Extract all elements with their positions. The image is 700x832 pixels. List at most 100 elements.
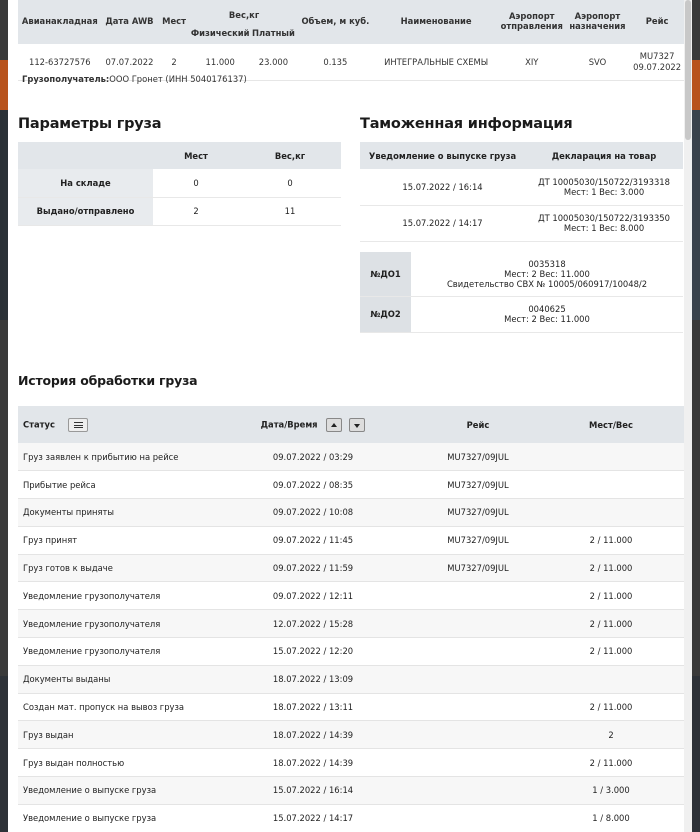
sort-descending-icon[interactable] — [349, 417, 366, 432]
params-table: Мест Вес,кг На складе 0 0 Выдано/отправл… — [18, 142, 341, 226]
history-places-weight: 2 — [608, 729, 614, 740]
history-status: Уведомление о выпуске груза — [23, 813, 157, 824]
awb-flight: MU7327 09.07.2022 — [630, 44, 684, 81]
awb-volume: 0.135 — [323, 56, 348, 67]
history-datetime: 09.07.2022 / 11:59 — [272, 563, 354, 574]
col-volume: Объем, м куб. — [301, 16, 370, 26]
history-status: Создан мат. пропуск на вывоз груза — [23, 702, 185, 713]
col-arr-airport-line2: назначения — [569, 20, 626, 31]
history-places-weight: 1 / 8.000 — [592, 813, 630, 824]
storage-doc-label: №ДО2 — [360, 296, 411, 332]
history-row: Уведомление грузополучателя 12.07.2022 / … — [18, 609, 684, 638]
history-flight — [418, 777, 538, 805]
history-status: Груз готов к выдаче — [23, 563, 113, 574]
consignee-value: ООО Гронет (ИНН 5040176137) — [109, 74, 247, 84]
history-row: Уведомление о выпуске груза 15.07.2022 / … — [18, 804, 684, 832]
awb-dep-airport: XIY — [525, 56, 539, 67]
params-col-weight: Вес,кг — [274, 150, 306, 161]
history-col-datetime-label: Дата/Время — [260, 419, 318, 429]
storage-doc-label: №ДО1 — [360, 252, 411, 296]
history-places-weight: 1 / 3.000 — [592, 785, 630, 796]
customs-notice-datetime: 15.07.2022 / 14:17 — [402, 217, 483, 228]
history-status: Уведомление грузополучателя — [23, 646, 161, 657]
sort-ascending-icon[interactable] — [326, 417, 343, 432]
history-datetime: 09.07.2022 / 10:08 — [272, 507, 354, 518]
customs-declaration: ДТ 10005030/150722/3193350 Мест: 1 Вес: … — [525, 205, 683, 241]
history-status: Документы приняты — [23, 507, 115, 518]
history-places-weight: 2 / 11.000 — [589, 646, 633, 657]
col-arr-airport: Аэропорт назначения — [565, 0, 631, 44]
customs-declaration-number: ДТ 10005030/150722/3193350 — [538, 212, 670, 223]
col-name: Наименование — [400, 16, 472, 26]
storage-doc-number: 0040625 — [528, 303, 566, 314]
params-places: 0 — [193, 177, 199, 188]
history-row: Груз выдан полностью 18.07.2022 / 14:39 2 … — [18, 749, 684, 777]
params-col-empty — [18, 142, 153, 169]
history-status: Прибытие рейса — [23, 479, 96, 490]
awb-flight-date: 09.07.2022 — [633, 61, 682, 72]
params-weight: 11 — [284, 206, 296, 216]
consignee-label: Грузополучатель: — [22, 74, 110, 84]
history-datetime: 09.07.2022 / 08:35 — [272, 479, 354, 490]
history-datetime: 12.07.2022 / 15:28 — [272, 618, 354, 629]
history-flight: MU7327/09JUL — [447, 563, 509, 574]
modal-scrollbar[interactable] — [684, 0, 692, 832]
storage-documents-table: №ДО1 0035318 Мест: 2 Вес: 11.000 Свидете… — [360, 252, 683, 333]
history-col-status: Статус — [18, 406, 208, 443]
history-col-datetime: Дата/Время — [208, 406, 418, 443]
history-flight — [418, 610, 538, 638]
history-status: Уведомление грузополучателя — [23, 618, 161, 629]
col-dep-airport: Аэропорт отправления — [499, 0, 565, 44]
history-row: Уведомление о выпуске груза 15.07.2022 / … — [18, 776, 684, 805]
storage-doc-row: №ДО2 0040625 Мест: 2 Вес: 11.000 — [360, 296, 683, 332]
awb-weight-paid: 23.000 — [258, 56, 289, 67]
history-datetime: 18.07.2022 / 13:09 — [272, 674, 354, 685]
customs-table: Уведомление о выпуске груза Декларация н… — [360, 142, 683, 242]
history-col-status-label: Статус — [23, 419, 55, 429]
params-weight: 0 — [287, 177, 293, 188]
consignee-line: Грузополучатель:ООО Гронет (ИНН 50401761… — [22, 74, 247, 84]
col-dep-airport-line2: отправления — [500, 20, 563, 31]
params-col-places: Мест — [184, 150, 208, 161]
customs-col-declaration: Декларация на товар — [551, 150, 657, 161]
history-places-weight: 2 / 11.000 — [589, 618, 633, 629]
scrollbar-thumb[interactable] — [685, 0, 691, 140]
history-row: Груз готов к выдаче 09.07.2022 / 11:59 MU7… — [18, 554, 684, 582]
storage-doc-qty: Мест: 2 Вес: 11.000 — [504, 268, 590, 279]
history-flight — [418, 804, 538, 832]
awb-goods-name: ИНТЕГРАЛЬНЫЕ СХЕМЫ — [384, 56, 489, 67]
storage-doc-qty: Мест: 2 Вес: 11.000 — [504, 314, 590, 324]
history-places-weight — [538, 499, 684, 527]
history-datetime: 15.07.2022 / 14:17 — [272, 813, 354, 824]
history-status: Уведомление о выпуске груза — [23, 785, 157, 796]
storage-doc-number: 0035318 — [528, 258, 566, 269]
history-row: Уведомление грузополучателя 09.07.2022 / … — [18, 582, 684, 610]
filter-list-icon[interactable] — [67, 417, 88, 432]
history-datetime: 18.07.2022 / 13:11 — [272, 702, 354, 713]
col-dep-airport-line1: Аэропорт — [508, 11, 555, 22]
customs-declaration-qty: Мест: 1 Вес: 3.000 — [563, 186, 645, 197]
history-places-weight: 2 / 11.000 — [589, 535, 633, 546]
col-weight-physical: Физический — [190, 28, 250, 38]
history-flight: MU7327/09JUL — [447, 535, 509, 546]
history-places-weight: 2 / 11.000 — [589, 563, 633, 574]
history-row: Груз заявлен к прибытию на рейсе 09.07.20… — [18, 443, 684, 471]
col-arr-airport-line1: Аэропорт — [574, 11, 621, 22]
history-places-weight: 2 / 11.000 — [589, 590, 633, 601]
history-flight: MU7327/09JUL — [447, 507, 509, 518]
storage-doc-details: 0040625 Мест: 2 Вес: 11.000 — [411, 296, 683, 332]
col-weight: Вес,кг — [228, 10, 260, 21]
customs-row: 15.07.2022 / 14:17 ДТ 10005030/150722/31… — [360, 205, 683, 241]
params-row-label: На складе — [18, 169, 153, 197]
history-places-weight: 2 / 11.000 — [589, 702, 633, 713]
history-body: Груз заявлен к прибытию на рейсе 09.07.20… — [18, 443, 684, 832]
history-row: Создан мат. пропуск на вывоз груза 18.07.… — [18, 693, 684, 721]
customs-declaration-number: ДТ 10005030/150722/3193318 — [538, 176, 670, 187]
customs-declaration: ДТ 10005030/150722/3193318 Мест: 1 Вес: … — [525, 169, 683, 205]
history-status: Груз принят — [23, 535, 78, 546]
history-datetime: 09.07.2022 / 12:11 — [272, 590, 354, 601]
col-weight-paid: Платный — [251, 28, 295, 38]
history-flight — [418, 665, 538, 693]
params-places: 2 — [193, 206, 199, 216]
col-flight: Рейс — [645, 16, 669, 26]
